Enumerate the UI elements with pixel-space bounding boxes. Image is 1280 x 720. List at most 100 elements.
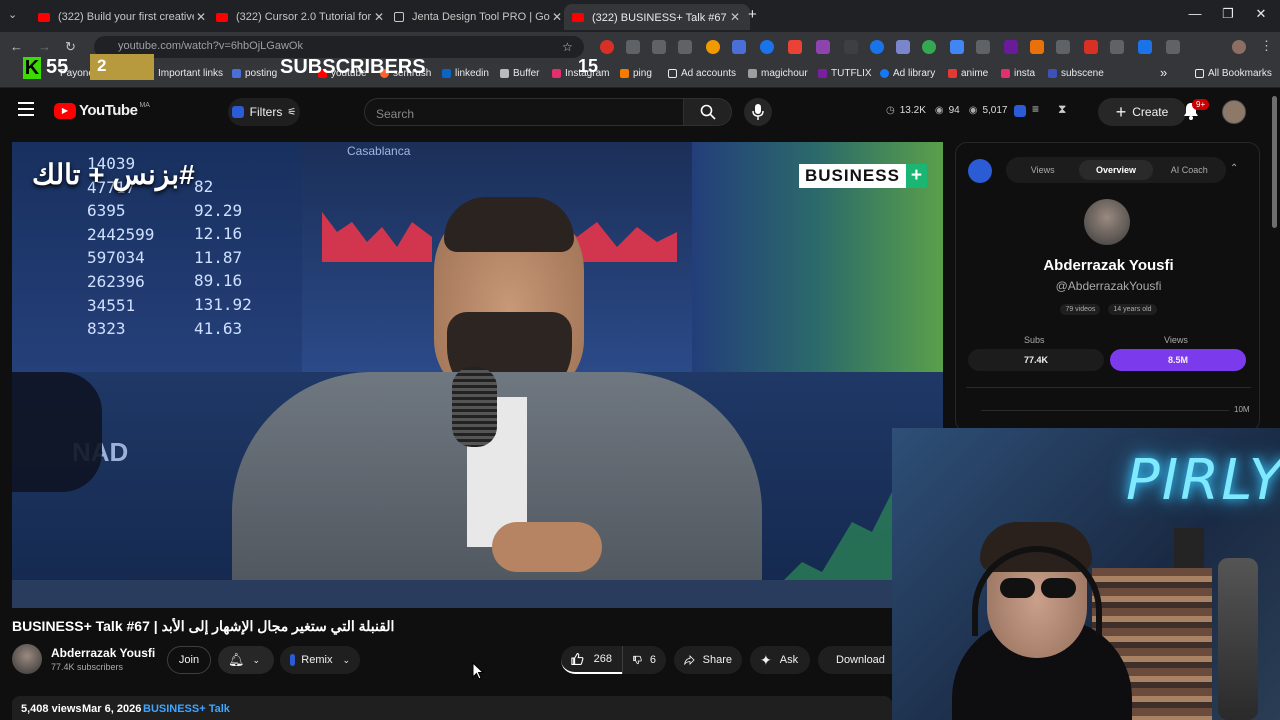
video-hashtag-overlay: #بزنس + تالك — [32, 159, 195, 190]
extension-icon[interactable] — [976, 40, 990, 54]
all-bookmarks-folder[interactable]: All Bookmarks — [1195, 68, 1272, 79]
board-numbers-right: 82 92.29 12.16 11.87 89.16 131.92 41.63 — [194, 177, 252, 338]
video-title: BUSINESS+ Talk #67 | القنبلة التي ستغير … — [12, 618, 395, 634]
new-tab-button[interactable]: + — [748, 6, 757, 23]
microphone-icon — [752, 104, 764, 120]
bookmark-star-icon[interactable]: ☆ — [562, 40, 573, 54]
panel-tab-overview[interactable]: Overview — [1079, 160, 1153, 180]
close-tab-icon[interactable]: ✕ — [194, 10, 208, 24]
bookmark-ping[interactable]: ping — [620, 68, 652, 79]
extension-icon[interactable] — [1056, 40, 1070, 54]
extensions-puzzle-icon[interactable] — [1166, 40, 1180, 54]
extension-icon[interactable] — [626, 40, 640, 54]
search-icon — [700, 104, 716, 120]
bookmarks-overflow-button[interactable]: » — [1160, 65, 1167, 80]
extension-icon[interactable] — [1030, 40, 1044, 54]
extension-icon[interactable] — [844, 40, 858, 54]
tab-search-button[interactable]: ⌄ — [8, 8, 17, 21]
voice-search-button[interactable] — [744, 98, 772, 126]
hashtag-link[interactable]: BUSINESS+ Talk — [143, 703, 230, 715]
extension-icon[interactable] — [1084, 40, 1098, 54]
bookmark-insta[interactable]: insta — [1001, 68, 1035, 79]
folder-icon — [1195, 69, 1204, 78]
extension-icon[interactable] — [870, 40, 884, 54]
account-avatar[interactable] — [1222, 100, 1246, 124]
extension-icon[interactable] — [1138, 40, 1152, 54]
channel-avatar — [1084, 199, 1130, 245]
menu-hamburger-icon[interactable] — [18, 102, 34, 116]
join-button[interactable]: Join — [167, 646, 211, 674]
youtube-logo[interactable]: ▶ YouTube MA — [54, 102, 150, 119]
profile-avatar-icon[interactable] — [1232, 40, 1246, 54]
extension-icon[interactable] — [760, 40, 774, 54]
search-button[interactable] — [684, 98, 732, 126]
share-button[interactable]: Share — [674, 646, 742, 674]
channel-name-link[interactable]: Abderrazak Yousfi — [51, 646, 155, 660]
hourglass-icon[interactable]: ⧗ — [1058, 102, 1066, 117]
page-scrollbar[interactable] — [1272, 96, 1277, 228]
forward-icon[interactable]: → — [38, 39, 51, 54]
subscribed-bell-button[interactable]: 🔔︎ ⌄ — [218, 646, 274, 674]
close-tab-icon[interactable]: ✕ — [550, 10, 564, 24]
extension-icon[interactable] — [896, 40, 910, 54]
extension-icon[interactable] — [788, 40, 802, 54]
notification-badge: 9+ — [1192, 99, 1210, 110]
browser-tab-4[interactable]: (322) BUSINESS+ Talk #67 | الأبد ✕ — [564, 4, 750, 30]
extension-icon[interactable] — [950, 40, 964, 54]
extension-icon[interactable] — [652, 40, 666, 54]
download-button[interactable]: Download — [818, 646, 892, 674]
business-plus-badge: BUSINESS + — [799, 164, 928, 188]
like-button[interactable]: 268 — [561, 646, 622, 674]
extension-icon[interactable] — [1004, 40, 1018, 54]
stat-3: 5,017 — [982, 105, 1008, 116]
chart-tick-label: 10M — [1234, 405, 1250, 414]
bookmark-tutflix[interactable]: TUTFLIX — [818, 68, 872, 79]
dislike-button[interactable]: 6 — [622, 646, 666, 674]
maximize-button[interactable]: ❐ — [1213, 6, 1243, 22]
extension-icon[interactable] — [922, 40, 936, 54]
business-badge-text: BUSINESS — [799, 164, 906, 188]
browser-tab-2[interactable]: (322) Cursor 2.0 Tutorial for Be ✕ — [208, 4, 394, 30]
filters-button[interactable]: Filters ⚟ — [228, 98, 300, 126]
reload-icon[interactable]: ↻ — [65, 39, 76, 55]
panel-tab-views[interactable]: Views — [1006, 165, 1079, 175]
filters-ext-icon — [231, 106, 244, 118]
collapse-chevron-icon[interactable]: ⌃ — [1230, 163, 1238, 174]
extension-icon[interactable] — [732, 40, 746, 54]
create-button[interactable]: + Create — [1098, 98, 1186, 126]
browser-tab-strip: ⌄ (322) Build your first creative A ✕ (3… — [0, 0, 1280, 32]
extension-icon[interactable] — [678, 40, 692, 54]
counter-rank: 2 — [97, 56, 107, 75]
extension-icon[interactable] — [1110, 40, 1124, 54]
close-tab-icon[interactable]: ✕ — [372, 10, 386, 24]
back-icon[interactable]: ← — [10, 39, 23, 54]
subs-value-button[interactable]: 77.4K — [968, 349, 1104, 371]
search-box[interactable]: Search — [364, 98, 684, 126]
bookmark-anime[interactable]: anime — [948, 68, 988, 79]
close-tab-icon[interactable]: ✕ — [728, 10, 742, 24]
list-filter-icon[interactable]: ≡ — [1032, 102, 1039, 116]
bookmark-magichour[interactable]: magichour — [748, 68, 808, 79]
ask-button[interactable]: ✦ Ask — [750, 646, 810, 674]
channel-avatar-small[interactable] — [12, 644, 42, 674]
table-edge — [12, 580, 943, 608]
extension-icon[interactable] — [600, 40, 614, 54]
minimize-button[interactable]: — — [1180, 6, 1210, 21]
remix-button[interactable]: Remix ⌄ — [280, 646, 360, 674]
close-window-button[interactable]: ✕ — [1246, 6, 1276, 22]
bookmark-ad-accounts[interactable]: Ad accounts — [668, 68, 736, 79]
views-value-button[interactable]: 8.5M — [1110, 349, 1246, 371]
browser-tab-1[interactable]: (322) Build your first creative A ✕ — [30, 4, 216, 30]
bookmark-subscene[interactable]: subscene — [1048, 68, 1104, 79]
sliders-icon: ⚟ — [287, 106, 297, 118]
url-text: youtube.com/watch?v=6hbOjLGawOk — [118, 40, 303, 52]
panel-tab-ai-coach[interactable]: AI Coach — [1153, 165, 1226, 175]
chevron-down-icon: ⌄ — [342, 654, 350, 665]
browser-tab-3[interactable]: Jenta Design Tool PRO | Googl ✕ — [386, 4, 572, 30]
bookmark-ad-library[interactable]: Ad library — [880, 68, 935, 79]
browser-menu-icon[interactable]: ⋮ — [1260, 38, 1273, 54]
extension-icon[interactable] — [816, 40, 830, 54]
extension-icon[interactable] — [706, 40, 720, 54]
vidiq-icon[interactable] — [1014, 105, 1026, 117]
video-player[interactable]: 14039 47717 6395 2442599 597034 262396 3… — [12, 142, 943, 608]
